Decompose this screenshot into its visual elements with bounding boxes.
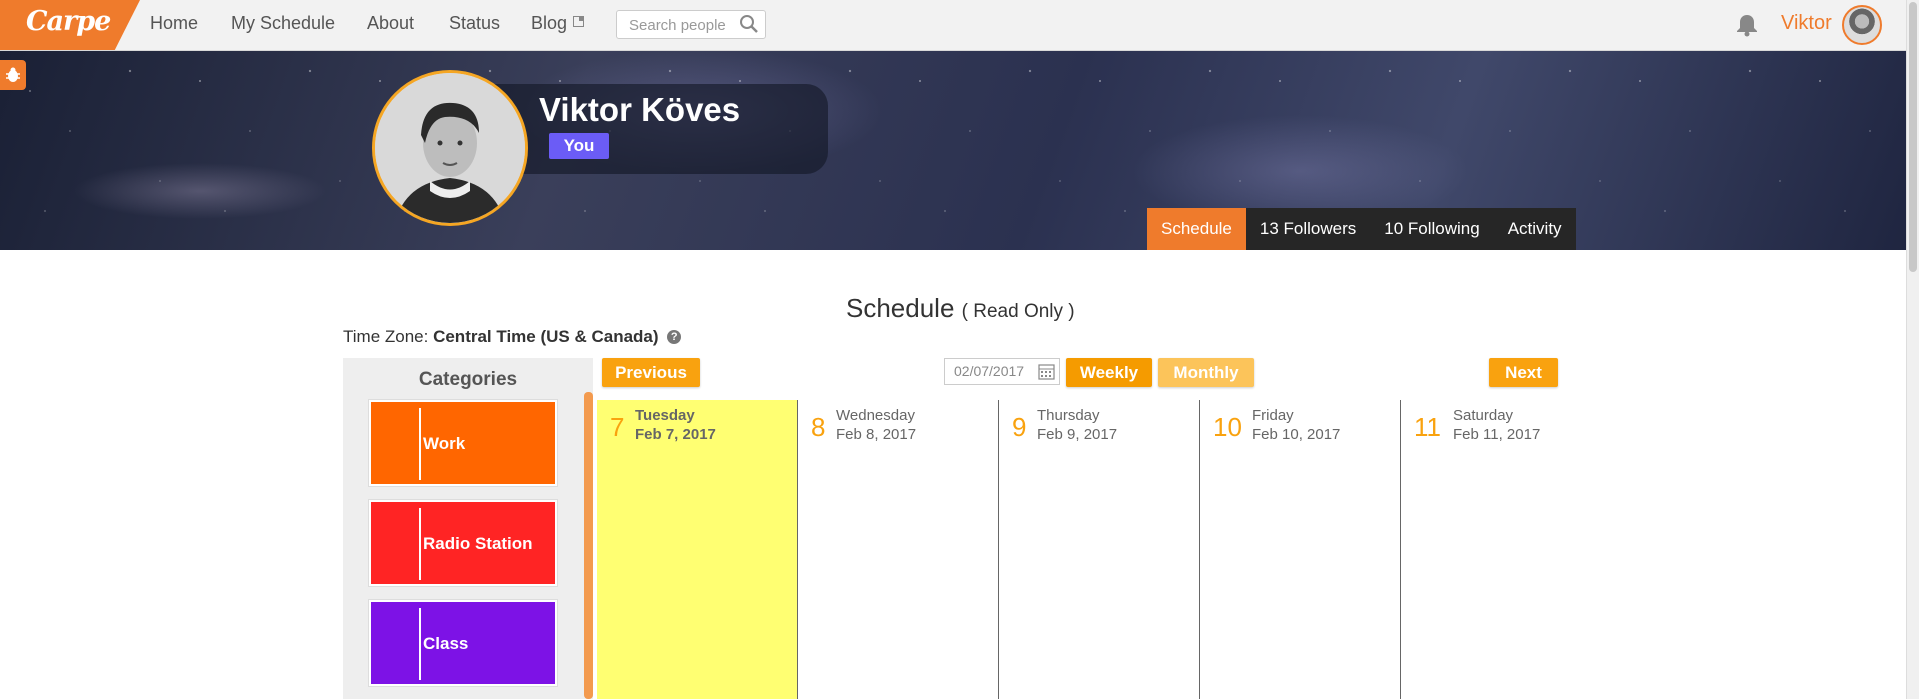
you-badge: You	[549, 133, 609, 159]
day-weekday: Tuesday	[635, 407, 695, 424]
day-heading: Thursday Feb 9, 2017	[1037, 406, 1117, 444]
schedule-title: Schedule ( Read Only )	[846, 293, 1075, 324]
previous-button[interactable]: Previous	[602, 358, 700, 387]
profile-name: Viktor Köves	[539, 91, 741, 128]
profile-banner	[0, 51, 1906, 250]
category-label: Radio Station	[423, 534, 533, 553]
read-only-label: ( Read Only )	[961, 301, 1075, 322]
day-weekday: Saturday	[1453, 407, 1514, 424]
top-nav: Carpe Home My Schedule About Status Blog…	[0, 0, 1906, 51]
profile-avatar	[372, 70, 528, 226]
day-weekday: Friday	[1252, 407, 1294, 424]
categories-scrollbar[interactable]	[584, 392, 593, 699]
bell-icon[interactable]	[1734, 12, 1760, 38]
tab-activity[interactable]: Activity	[1494, 208, 1576, 250]
timezone-label: Time Zone:	[343, 327, 429, 346]
day-heading: Saturday Feb 11, 2017	[1453, 406, 1540, 444]
nav-my-schedule[interactable]: My Schedule	[231, 13, 335, 34]
username-link[interactable]: Viktor	[1781, 12, 1832, 35]
category-work[interactable]: Work	[369, 400, 557, 486]
profile-tabs: Schedule 13 Followers 10 Following Activ…	[1147, 208, 1576, 250]
tab-schedule[interactable]: Schedule	[1147, 208, 1246, 250]
tab-following[interactable]: 10 Following	[1370, 208, 1493, 250]
star-field	[0, 51, 1906, 250]
day-heading: Wednesday Feb 8, 2017	[836, 406, 916, 444]
nav-blog-label: Blog	[531, 13, 568, 33]
day-column[interactable]: 9 Thursday Feb 9, 2017	[999, 400, 1200, 699]
user-avatar[interactable]	[1842, 5, 1882, 45]
calendar-icon[interactable]	[1038, 363, 1055, 380]
search-box	[616, 10, 766, 39]
nav-blog[interactable]: Blog	[531, 13, 585, 34]
monthly-view-button[interactable]: Monthly	[1158, 358, 1254, 387]
day-column[interactable]: 10 Friday Feb 10, 2017	[1200, 400, 1401, 699]
category-radio-station[interactable]: Radio Station	[369, 500, 557, 586]
day-column[interactable]: 8 Wednesday Feb 8, 2017	[798, 400, 999, 699]
day-date: Feb 9, 2017	[1037, 426, 1118, 443]
day-number: 10	[1213, 412, 1242, 442]
day-date: Feb 7, 2017	[635, 426, 716, 443]
schedule-title-text: Schedule	[846, 293, 955, 323]
carpe-logo[interactable]: Carpe	[0, 0, 140, 50]
category-divider	[419, 608, 421, 680]
bug-icon	[6, 67, 20, 82]
external-link-icon	[573, 16, 585, 27]
next-button[interactable]: Next	[1489, 358, 1558, 387]
tab-followers[interactable]: 13 Followers	[1246, 208, 1370, 250]
weekly-view-button[interactable]: Weekly	[1066, 358, 1152, 387]
timezone-line: Time Zone: Central Time (US & Canada) ?	[343, 327, 682, 347]
profile-photo	[375, 73, 525, 223]
day-column[interactable]: 11 Saturday Feb 11, 2017	[1401, 400, 1597, 699]
logo-text: Carpe	[26, 6, 111, 37]
day-heading: Friday Feb 10, 2017	[1252, 406, 1340, 444]
day-date: Feb 10, 2017	[1252, 426, 1341, 443]
day-heading: Tuesday Feb 7, 2017	[635, 406, 716, 444]
date-picker[interactable]: 02/07/2017	[944, 358, 1060, 385]
category-divider	[419, 508, 421, 580]
week-view: 7 Tuesday Feb 7, 2017 8 Wednesday Feb 8, 2…	[597, 400, 1597, 699]
date-value: 02/07/2017	[954, 363, 1025, 379]
day-number: 11	[1414, 412, 1441, 442]
nav-home[interactable]: Home	[150, 13, 198, 34]
search-icon[interactable]	[739, 14, 759, 34]
category-label: Class	[423, 634, 469, 653]
categories-title: Categories	[418, 369, 518, 390]
day-date: Feb 11, 2017	[1453, 426, 1541, 443]
day-column[interactable]: 7 Tuesday Feb 7, 2017	[597, 400, 798, 699]
day-date: Feb 8, 2017	[836, 426, 917, 443]
bug-report-button[interactable]	[0, 60, 26, 90]
nav-about[interactable]: About	[367, 13, 414, 34]
help-icon[interactable]: ?	[667, 330, 682, 344]
search-input[interactable]	[627, 12, 743, 39]
categories-panel: Categories Work Radio Station Class	[343, 358, 593, 699]
category-divider	[419, 408, 421, 480]
scrollbar-thumb[interactable]	[1909, 2, 1917, 272]
category-label: Work	[423, 434, 466, 453]
nav-status[interactable]: Status	[449, 13, 500, 34]
timezone-value: Central Time (US & Canada)	[433, 327, 659, 346]
page-scrollbar[interactable]	[1906, 0, 1919, 699]
category-class[interactable]: Class	[369, 600, 557, 686]
day-number: 7	[610, 412, 625, 442]
day-number: 9	[1012, 412, 1027, 442]
day-weekday: Wednesday	[836, 407, 915, 424]
day-weekday: Thursday	[1037, 407, 1100, 424]
day-number: 8	[811, 412, 826, 442]
